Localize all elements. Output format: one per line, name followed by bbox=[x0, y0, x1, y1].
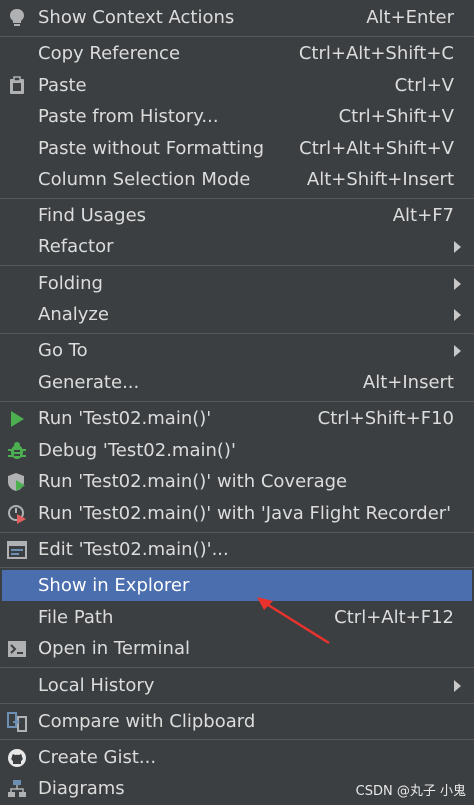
submenu-arrow-icon bbox=[454, 240, 461, 253]
annotation-arrow-icon bbox=[257, 597, 330, 645]
menu-separator bbox=[0, 532, 474, 533]
run-icon bbox=[5, 407, 29, 431]
menu-item-label: Find Usages bbox=[38, 205, 147, 226]
menu-item-refactor[interactable]: Refactor bbox=[0, 231, 474, 262]
menu-item-find-usages[interactable]: Find Usages Alt+F7 bbox=[0, 200, 474, 231]
menu-item-run-with-flight-recorder[interactable]: Run 'Test02.main()' with 'Java Flight Re… bbox=[0, 498, 474, 529]
menu-item-label: Column Selection Mode bbox=[38, 169, 251, 190]
menu-item-file-path[interactable]: File Path Ctrl+Alt+F12 bbox=[0, 602, 474, 633]
submenu-arrow-icon bbox=[454, 344, 461, 357]
menu-item-label: Local History bbox=[38, 675, 155, 696]
menu-item-paste-from-history[interactable]: Paste from History... Ctrl+Shift+V bbox=[0, 101, 474, 132]
menu-item-label: Show in Explorer bbox=[38, 575, 190, 596]
menu-item-label: Generate... bbox=[38, 372, 140, 393]
submenu-arrow-icon bbox=[454, 277, 461, 290]
clipboard-icon bbox=[5, 74, 29, 98]
menu-item-label: Folding bbox=[38, 273, 103, 294]
menu-item-run[interactable]: Run 'Test02.main()' Ctrl+Shift+F10 bbox=[0, 403, 474, 434]
menu-item-shortcut: Ctrl+V bbox=[394, 75, 454, 96]
menu-item-shortcut: Ctrl+Alt+Shift+V bbox=[299, 138, 454, 159]
menu-item-edit-configuration[interactable]: Edit 'Test02.main()'... bbox=[0, 534, 474, 565]
menu-item-paste-without-formatting[interactable]: Paste without Formatting Ctrl+Alt+Shift+… bbox=[0, 133, 474, 164]
menu-item-label: Diagrams bbox=[38, 778, 125, 799]
lightbulb-icon bbox=[5, 6, 29, 30]
menu-item-label: Analyze bbox=[38, 304, 109, 325]
menu-item-label: Edit 'Test02.main()'... bbox=[38, 539, 229, 560]
menu-item-compare-with-clipboard[interactable]: Compare with Clipboard bbox=[0, 706, 474, 737]
menu-separator bbox=[0, 567, 474, 568]
menu-item-debug[interactable]: Debug 'Test02.main()' bbox=[0, 435, 474, 466]
menu-item-create-gist[interactable]: Create Gist... bbox=[0, 742, 474, 773]
menu-item-local-history[interactable]: Local History bbox=[0, 670, 474, 701]
menu-separator bbox=[0, 667, 474, 668]
watermark: CSDN @丸子 小鬼 bbox=[355, 784, 466, 799]
menu-item-shortcut: Alt+Shift+Insert bbox=[306, 169, 454, 190]
menu-item-label: Debug 'Test02.main()' bbox=[38, 440, 236, 461]
menu-item-label: Create Gist... bbox=[38, 747, 157, 768]
menu-item-open-in-terminal[interactable]: Open in Terminal bbox=[0, 633, 474, 664]
menu-separator bbox=[0, 265, 474, 266]
menu-item-paste[interactable]: Paste Ctrl+V bbox=[0, 70, 474, 101]
diagram-icon bbox=[5, 777, 29, 801]
coverage-icon bbox=[5, 470, 29, 494]
menu-item-analyze[interactable]: Analyze bbox=[0, 299, 474, 330]
menu-item-shortcut: Alt+F7 bbox=[392, 205, 454, 226]
github-icon bbox=[5, 746, 29, 770]
menu-separator bbox=[0, 401, 474, 402]
menu-item-label: Refactor bbox=[38, 236, 114, 257]
menu-item-run-with-coverage[interactable]: Run 'Test02.main()' with Coverage bbox=[0, 466, 474, 497]
menu-item-go-to[interactable]: Go To bbox=[0, 335, 474, 366]
menu-separator bbox=[0, 739, 474, 740]
menu-separator bbox=[0, 36, 474, 37]
menu-separator bbox=[0, 703, 474, 704]
menu-item-shortcut: Ctrl+Alt+Shift+C bbox=[298, 43, 454, 64]
menu-item-column-selection-mode[interactable]: Column Selection Mode Alt+Shift+Insert bbox=[0, 164, 474, 195]
compare-icon bbox=[5, 710, 29, 734]
editor-context-menu: Show Context Actions Alt+Enter Copy Refe… bbox=[0, 0, 474, 805]
menu-item-label: Compare with Clipboard bbox=[38, 711, 256, 732]
submenu-arrow-icon bbox=[454, 679, 461, 692]
menu-item-label: File Path bbox=[38, 607, 114, 628]
menu-item-label: Paste without Formatting bbox=[38, 138, 265, 159]
menu-item-shortcut: Ctrl+Alt+F12 bbox=[334, 607, 454, 628]
menu-item-show-in-explorer[interactable]: Show in Explorer bbox=[2, 570, 472, 601]
debug-bug-icon bbox=[5, 439, 29, 463]
terminal-icon bbox=[5, 637, 29, 661]
menu-item-shortcut: Alt+Insert bbox=[362, 372, 454, 393]
menu-separator bbox=[0, 333, 474, 334]
flight-recorder-icon bbox=[5, 502, 29, 526]
menu-item-label: Run 'Test02.main()' with 'Java Flight Re… bbox=[38, 503, 452, 524]
menu-item-folding[interactable]: Folding bbox=[0, 268, 474, 299]
menu-item-label: Go To bbox=[38, 340, 88, 361]
menu-item-generate[interactable]: Generate... Alt+Insert bbox=[0, 367, 474, 398]
menu-item-label: Run 'Test02.main()' bbox=[38, 408, 212, 429]
menu-separator bbox=[0, 198, 474, 199]
menu-item-label: Show Context Actions bbox=[38, 7, 235, 28]
submenu-arrow-icon bbox=[454, 308, 461, 321]
menu-item-shortcut: Ctrl+Shift+F10 bbox=[317, 408, 454, 429]
menu-item-label: Paste bbox=[38, 75, 87, 96]
menu-item-shortcut: Ctrl+Shift+V bbox=[338, 106, 454, 127]
menu-item-label: Run 'Test02.main()' with Coverage bbox=[38, 471, 348, 492]
menu-item-label: Paste from History... bbox=[38, 106, 219, 127]
menu-item-label: Copy Reference bbox=[38, 43, 181, 64]
menu-item-shortcut: Alt+Enter bbox=[366, 7, 454, 28]
edit-config-icon bbox=[5, 538, 29, 562]
menu-item-show-context-actions[interactable]: Show Context Actions Alt+Enter bbox=[0, 2, 474, 33]
menu-item-label: Open in Terminal bbox=[38, 638, 190, 659]
menu-item-copy-reference[interactable]: Copy Reference Ctrl+Alt+Shift+C bbox=[0, 38, 474, 69]
